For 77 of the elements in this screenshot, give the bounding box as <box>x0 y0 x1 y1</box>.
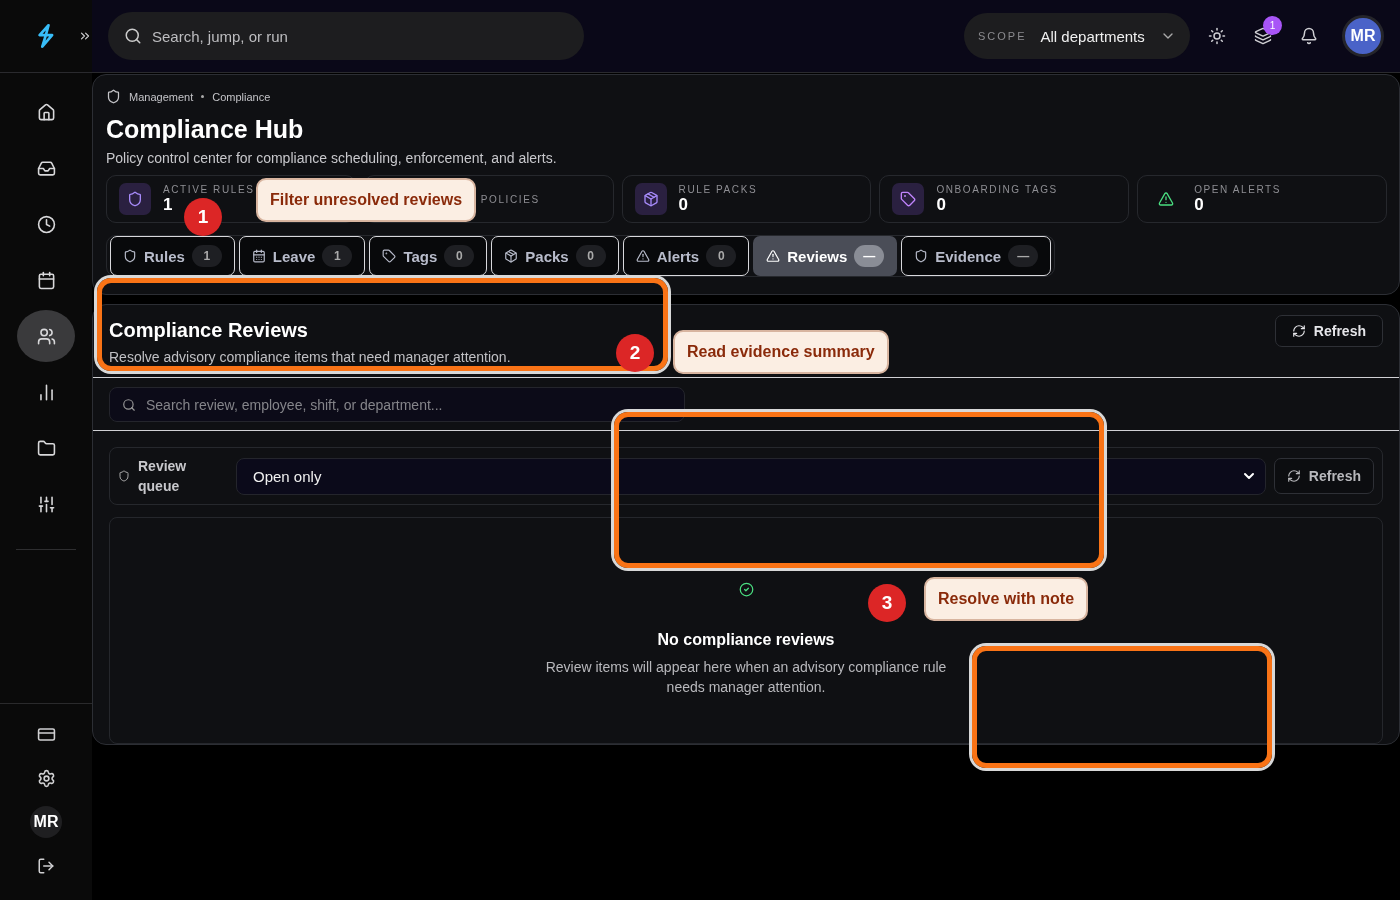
stat-value: 0 <box>1194 194 1205 215</box>
shield-icon <box>118 470 130 482</box>
stat-label: OPEN ALERTS <box>1194 183 1282 195</box>
refresh-icon <box>1286 469 1301 483</box>
refresh-button[interactable]: Refresh <box>1274 315 1383 347</box>
warning-icon <box>635 249 650 263</box>
tab[interactable]: Evidence — <box>901 236 1052 276</box>
box-icon <box>634 183 667 215</box>
page-subtitle: Policy control center for compliance scheduling, enforcement, and alerts. <box>106 150 558 166</box>
tab-count: — <box>1008 245 1039 267</box>
page-title: Compliance Hub <box>106 114 305 144</box>
tag-icon <box>382 249 397 263</box>
stat-value: 0 <box>678 194 690 215</box>
search-icon <box>124 27 142 45</box>
layers-icon <box>1254 27 1272 45</box>
empty-text: Review items will appear here when an advisory compliance rule needs manager attention. <box>544 658 948 697</box>
bell-icon <box>1300 27 1318 45</box>
breadcrumb-item: Compliance <box>212 90 271 103</box>
stat-label: RULE PACKS <box>678 183 758 195</box>
stat-label: POLICIES <box>480 193 540 205</box>
scope-value: All departments <box>1040 27 1146 45</box>
clock-icon <box>36 214 56 234</box>
callout-label: Resolve with note <box>924 577 1089 621</box>
queue-label: Review queue <box>138 457 188 496</box>
stat-label: ONBOARDING TAGS <box>936 183 1058 195</box>
queue-select[interactable]: Open only <box>236 457 1266 495</box>
search-field[interactable]: Search, jump, or run <box>108 12 584 60</box>
logo-icon <box>36 23 56 49</box>
box-icon <box>504 249 519 263</box>
calendar-icon <box>36 270 56 290</box>
tab-count: — <box>854 245 885 267</box>
breadcrumb-separator <box>201 95 205 98</box>
sidebar-item[interactable] <box>17 310 75 362</box>
search-field[interactable]: Search review, employee, shift, or department... <box>109 387 685 422</box>
scope-label: SCOPE <box>978 30 1027 42</box>
tab[interactable]: Alerts 0 <box>622 236 750 276</box>
tab-count: 0 <box>706 245 737 267</box>
users-icon <box>36 326 56 346</box>
tab-count: 0 <box>444 245 475 267</box>
section-subtitle: Resolve advisory compliance items that need manager attention. <box>109 349 511 365</box>
breadcrumb-item[interactable]: Management <box>129 90 194 103</box>
shield-icon <box>106 89 121 104</box>
tab[interactable]: Leave 1 <box>238 236 366 276</box>
refresh-icon <box>1291 324 1306 338</box>
stat-label: ACTIVE RULES <box>163 183 255 195</box>
check-icon <box>738 582 754 597</box>
calendar-icon <box>251 249 266 263</box>
stat-value: 0 <box>936 194 947 215</box>
empty-title: No compliance reviews <box>657 631 835 649</box>
sun-icon <box>1208 27 1226 45</box>
user-avatar[interactable]: MR <box>30 806 62 838</box>
sliders-icon <box>36 494 56 514</box>
tab[interactable]: Rules 1 <box>110 236 235 276</box>
stat-value: 1 <box>163 194 174 215</box>
tab-count: 1 <box>191 245 222 267</box>
tab[interactable]: Packs 0 <box>491 236 619 276</box>
tag-icon <box>892 183 925 215</box>
refresh-button[interactable]: Refresh <box>1273 458 1374 494</box>
tab-count: 0 <box>575 245 606 267</box>
user-avatar[interactable]: MR <box>1342 15 1384 57</box>
folder-icon <box>36 438 56 458</box>
shield-icon <box>914 249 929 263</box>
search-icon <box>122 397 136 412</box>
callout-label: Read evidence summary <box>673 330 889 374</box>
tab[interactable]: Reviews — <box>753 236 898 276</box>
inbox-icon <box>36 158 56 178</box>
notification-badge: 1 <box>1263 16 1282 35</box>
tab-count: 1 <box>322 245 353 267</box>
layers-button[interactable]: 1 <box>1240 13 1286 59</box>
home-icon <box>36 102 56 122</box>
scope-dropdown[interactable]: SCOPE All departments <box>964 13 1190 59</box>
shield-icon <box>123 249 137 263</box>
shield-icon <box>119 183 151 215</box>
tab[interactable]: Tags 0 <box>369 236 488 276</box>
callout-label: Filter unresolved reviews <box>256 178 477 222</box>
warning-icon <box>766 249 781 263</box>
section-title: Compliance Reviews <box>109 319 309 342</box>
